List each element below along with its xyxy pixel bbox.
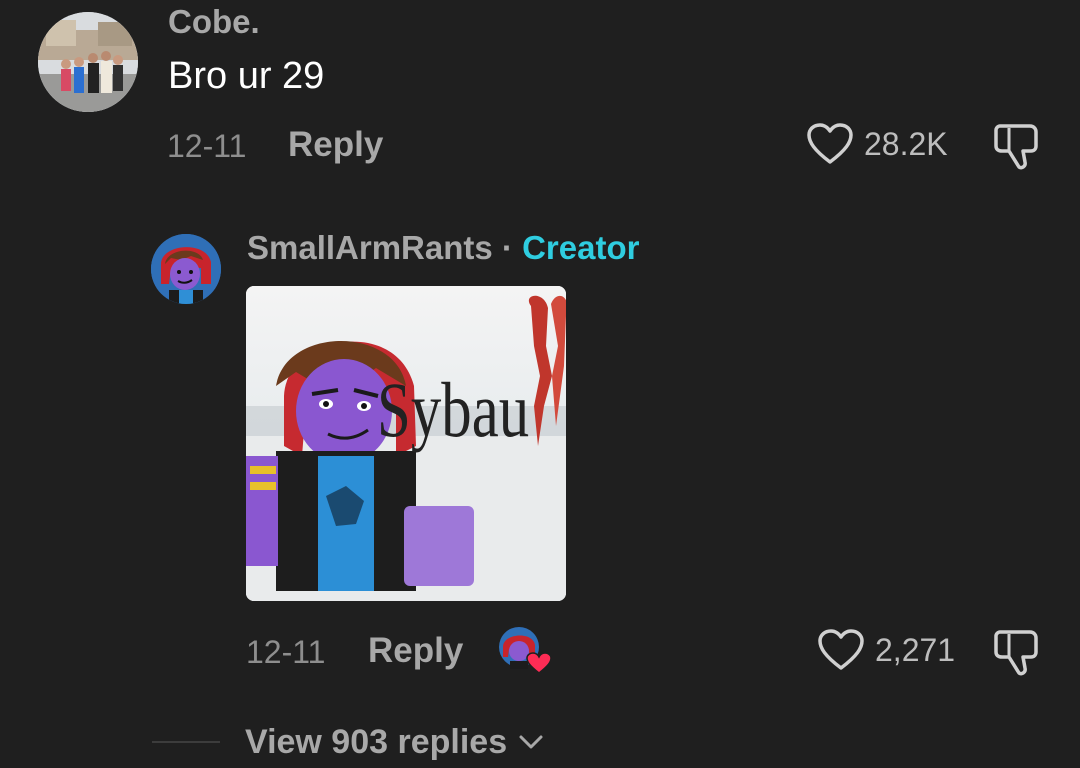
reply-sticker-image[interactable]: Sybau [246, 286, 566, 601]
cartoon-character-avatar [151, 234, 221, 304]
like-button[interactable]: 28.2K [806, 122, 948, 166]
dislike-button[interactable] [992, 626, 1048, 678]
view-replies-label: View 903 replies [245, 723, 508, 761]
heart-badge-icon [526, 652, 552, 674]
like-count: 28.2K [864, 126, 948, 162]
creator-username[interactable]: SmallArmRants [247, 229, 493, 266]
chevron-down-icon [519, 735, 543, 749]
comment-date: 12-11 [167, 128, 247, 164]
reply-date: 12-11 [246, 634, 326, 670]
reply-button[interactable]: Reply [368, 631, 463, 671]
creator-avatar[interactable] [151, 234, 221, 304]
group-photo-avatar [38, 12, 138, 112]
like-count: 2,271 [875, 632, 956, 668]
commenter-avatar[interactable] [38, 12, 138, 112]
sticker-caption: Sybau [377, 368, 529, 454]
commenter-username[interactable]: Cobe. [168, 2, 260, 42]
creator-badge: Creator [522, 229, 640, 266]
separator-dot: · [501, 229, 513, 266]
creator-name-line: SmallArmRants · Creator [247, 228, 639, 268]
replies-divider [152, 741, 220, 743]
view-replies-button[interactable]: View 903 replies [245, 720, 545, 764]
heart-icon [818, 629, 864, 670]
comment-text: Bro ur 29 [168, 55, 325, 97]
dislike-button[interactable] [992, 120, 1048, 172]
reply-button[interactable]: Reply [288, 125, 383, 165]
like-button[interactable]: 2,271 [817, 628, 955, 672]
heart-icon [807, 123, 853, 164]
sticker-illustration: Sybau [246, 286, 566, 601]
thumbs-down-icon [994, 124, 1038, 170]
creator-liked-badge [497, 625, 555, 677]
thumbs-down-icon [994, 630, 1038, 676]
